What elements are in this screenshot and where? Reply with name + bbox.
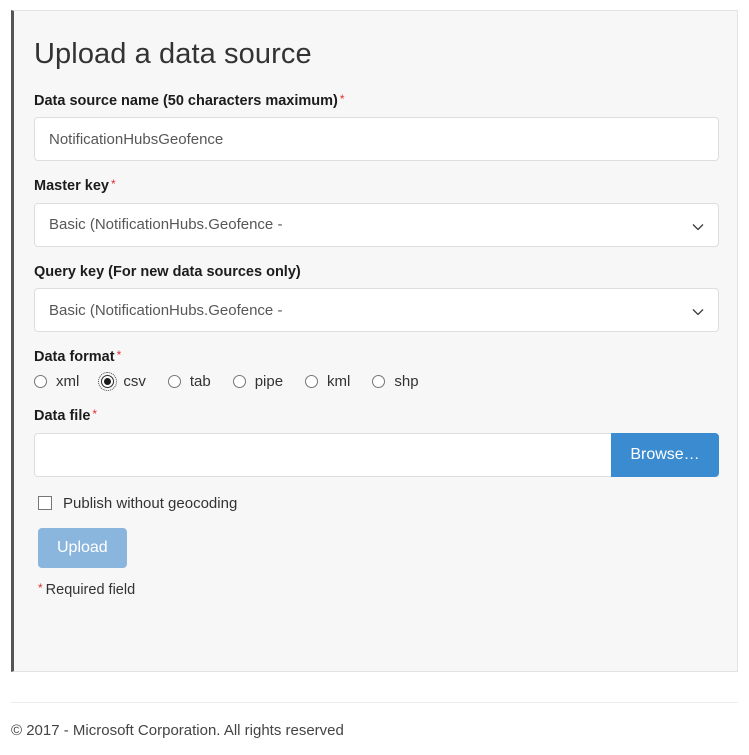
data-format-option-kml[interactable]: kml [305,373,350,390]
master-key-select[interactable]: Basic (NotificationHubs.Geofence - [34,202,719,247]
footer-divider [11,702,738,703]
data-file-label-text: Data file [34,408,91,425]
footer-copyright: © 2017 - Microsoft Corporation. All righ… [11,722,344,739]
required-asterisk: * [116,348,122,363]
data-file-label: Data file * [34,407,719,425]
publish-without-geocoding-checkbox[interactable]: Publish without geocoding [38,495,719,512]
radio-circle-icon [305,375,319,389]
data-format-option-shp[interactable]: shp [372,373,419,391]
required-asterisk: * [92,407,98,422]
required-asterisk: * [339,91,345,106]
data-file-field: Data file * Browse… [34,407,719,477]
upload-form-panel: Upload a data source Data source name (5… [11,10,738,672]
data-source-name-field: Data source name (50 characters maximum)… [34,91,719,162]
chevron-down-icon [692,306,704,318]
radio-circle-icon [232,375,246,389]
data-format-option-xml[interactable]: xml [34,373,79,390]
upload-button[interactable]: Upload [38,527,127,568]
data-source-name-label: Data source name (50 characters maximum)… [34,91,719,110]
data-format-radio-group: xml csv tab pipe kml shp [34,372,719,392]
required-asterisk: * [110,177,116,192]
data-format-option-pipe[interactable]: pipe [232,373,284,391]
master-key-selected-value: Basic (NotificationHubs.Geofence - [49,216,283,234]
data-format-option-label: tab [189,373,211,391]
data-format-option-label: shp [394,373,419,391]
checkbox-box-icon [38,496,52,511]
data-format-option-tab[interactable]: tab [167,373,211,391]
browse-button[interactable]: Browse… [611,432,719,477]
data-format-field: Data format * xml csv tab pipe kml shp [34,348,719,392]
data-format-label: Data format * [34,348,719,366]
master-key-label-text: Master key [34,178,109,195]
data-format-option-label: pipe [254,373,284,391]
data-format-option-label: csv [123,373,146,391]
query-key-label: Query key (For new data sources only) [34,263,301,280]
required-asterisk: * [38,580,43,595]
radio-circle-icon [98,372,118,392]
data-file-path-input[interactable] [34,432,611,477]
chevron-down-icon [692,221,704,233]
radio-circle-icon [34,375,47,389]
page-title: Upload a data source [34,38,312,70]
data-format-option-csv[interactable]: csv [98,372,146,392]
data-source-name-input[interactable] [34,117,719,162]
data-format-option-label: kml [327,373,351,391]
query-key-select[interactable]: Basic (NotificationHubs.Geofence - [34,288,719,333]
required-field-note: * Required field [38,580,719,598]
query-key-selected-value: Basic (NotificationHubs.Geofence - [49,301,283,319]
required-field-note-text: Required field [45,581,136,598]
publish-without-geocoding-label: Publish without geocoding [63,494,238,512]
master-key-label: Master key * [34,177,719,195]
master-key-field: Master key * Basic (NotificationHubs.Geof… [34,177,719,247]
query-key-field: Query key (For new data sources only) Ba… [34,263,719,333]
radio-circle-icon [167,375,181,389]
radio-circle-icon [372,375,386,389]
data-format-label-text: Data format [34,349,115,366]
data-format-option-label: xml [56,373,80,391]
data-file-row: Browse… [34,432,719,477]
data-source-name-label-text: Data source name (50 characters maximum) [34,92,338,109]
